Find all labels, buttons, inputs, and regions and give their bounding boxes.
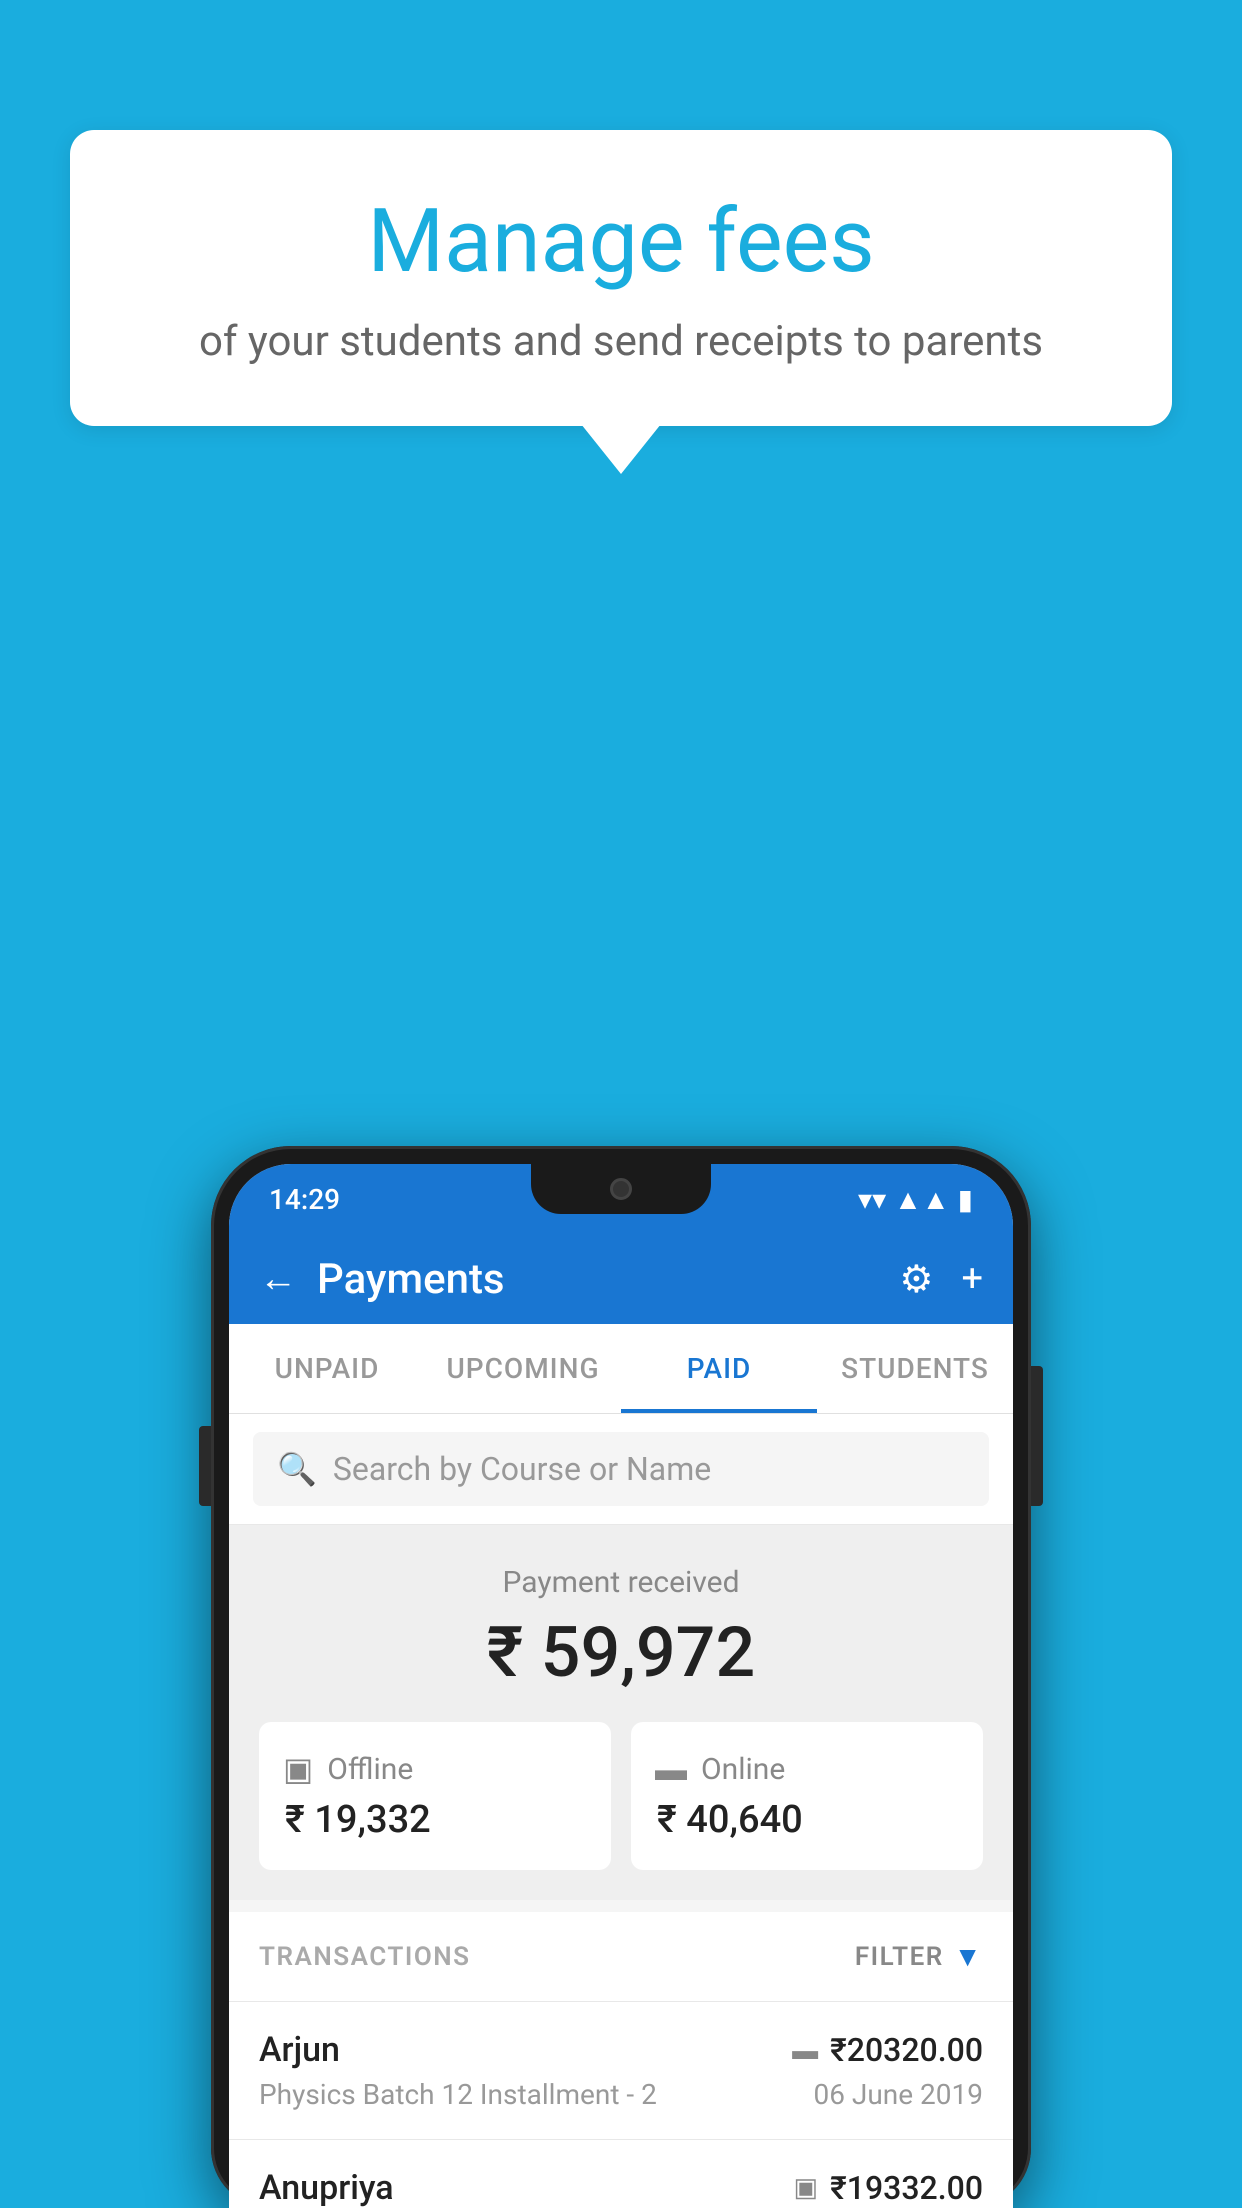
card-payment-icon: ▬	[792, 2035, 818, 2066]
speech-bubble-title: Manage fees	[150, 190, 1092, 293]
wifi-icon: ▾▾	[858, 1183, 886, 1216]
online-icon: ▬	[655, 1750, 687, 1788]
payment-total: ₹ 59,972	[259, 1612, 983, 1694]
filter-icon: ▼	[954, 1940, 983, 1973]
transaction-row-bottom: Physics Batch 12 Installment - 2 06 June…	[259, 2078, 983, 2111]
camera	[610, 1178, 632, 1200]
transaction-amount: ₹20320.00	[830, 2031, 983, 2069]
transaction-row-partial[interactable]: Anupriya ▣ ₹19332.00	[229, 2140, 1013, 2208]
settings-icon[interactable]: ⚙	[899, 1257, 933, 1302]
transaction-date: 06 June 2019	[813, 2078, 983, 2111]
transaction-amount-2: ₹19332.00	[830, 2169, 983, 2207]
search-container: 🔍 Search by Course or Name	[229, 1414, 1013, 1525]
transactions-header: TRANSACTIONS FILTER ▼	[229, 1912, 1013, 2002]
transaction-amount-wrapper-2: ▣ ₹19332.00	[794, 2169, 983, 2207]
payment-summary: Payment received ₹ 59,972 ▣ Offline ₹ 19…	[229, 1525, 1013, 1900]
transactions-label: TRANSACTIONS	[259, 1942, 471, 1972]
payment-cards: ▣ Offline ₹ 19,332 ▬ Online ₹ 40,640	[259, 1722, 983, 1870]
search-icon: 🔍	[277, 1450, 317, 1488]
filter-label: FILTER	[855, 1942, 944, 1972]
phone-device: 14:29 ▾▾ ▲▲ ▮ ← Payments ⚙ +	[211, 1146, 1031, 2208]
speech-bubble-subtitle: of your students and send receipts to pa…	[150, 317, 1092, 366]
transaction-course: Physics Batch 12 Installment - 2	[259, 2078, 657, 2111]
transaction-name: Arjun	[259, 2030, 340, 2070]
phone-outer: 14:29 ▾▾ ▲▲ ▮ ← Payments ⚙ +	[211, 1146, 1031, 2208]
filter-button[interactable]: FILTER ▼	[855, 1940, 983, 1973]
tab-students[interactable]: STUDENTS	[817, 1324, 1013, 1413]
speech-bubble-section: Manage fees of your students and send re…	[70, 130, 1172, 474]
speech-bubble-card: Manage fees of your students and send re…	[70, 130, 1172, 426]
offline-icon: ▣	[283, 1750, 313, 1788]
tab-paid[interactable]: PAID	[621, 1324, 817, 1413]
tabs-bar: UNPAID UPCOMING PAID STUDENTS	[229, 1324, 1013, 1414]
online-amount: ₹ 40,640	[655, 1798, 803, 1842]
tab-unpaid[interactable]: UNPAID	[229, 1324, 425, 1413]
phone-screen: 14:29 ▾▾ ▲▲ ▮ ← Payments ⚙ +	[229, 1164, 1013, 2208]
offline-label: Offline	[327, 1752, 413, 1787]
offline-card-header: ▣ Offline	[283, 1750, 413, 1788]
transaction-row-partial-top: Anupriya ▣ ₹19332.00	[259, 2168, 983, 2208]
online-card: ▬ Online ₹ 40,640	[631, 1722, 983, 1870]
signal-icon: ▲▲	[894, 1183, 949, 1216]
online-label: Online	[701, 1752, 785, 1787]
status-time: 14:29	[269, 1183, 340, 1216]
header-left: ← Payments	[259, 1255, 505, 1304]
transaction-amount-wrapper: ▬ ₹20320.00	[792, 2031, 983, 2069]
add-icon[interactable]: +	[961, 1257, 983, 1301]
notch	[531, 1164, 711, 1214]
battery-icon: ▮	[958, 1183, 973, 1216]
offline-card: ▣ Offline ₹ 19,332	[259, 1722, 611, 1870]
status-bar: 14:29 ▾▾ ▲▲ ▮	[229, 1164, 1013, 1234]
offline-amount: ₹ 19,332	[283, 1798, 431, 1842]
app-header: ← Payments ⚙ +	[229, 1234, 1013, 1324]
transaction-name-2: Anupriya	[259, 2168, 394, 2208]
transaction-row[interactable]: Arjun ▬ ₹20320.00 Physics Batch 12 Insta…	[229, 2002, 1013, 2140]
speech-bubble-arrow	[581, 424, 661, 474]
header-right: ⚙ +	[899, 1257, 983, 1302]
tab-upcoming[interactable]: UPCOMING	[425, 1324, 621, 1413]
online-card-header: ▬ Online	[655, 1750, 785, 1788]
header-title: Payments	[317, 1255, 505, 1304]
search-bar[interactable]: 🔍 Search by Course or Name	[253, 1432, 989, 1506]
back-button[interactable]: ←	[259, 1257, 297, 1301]
payment-received-label: Payment received	[259, 1565, 983, 1600]
search-placeholder: Search by Course or Name	[333, 1450, 711, 1488]
offline-payment-icon: ▣	[794, 2173, 819, 2203]
transaction-row-top: Arjun ▬ ₹20320.00	[259, 2030, 983, 2070]
status-icons: ▾▾ ▲▲ ▮	[858, 1183, 973, 1216]
